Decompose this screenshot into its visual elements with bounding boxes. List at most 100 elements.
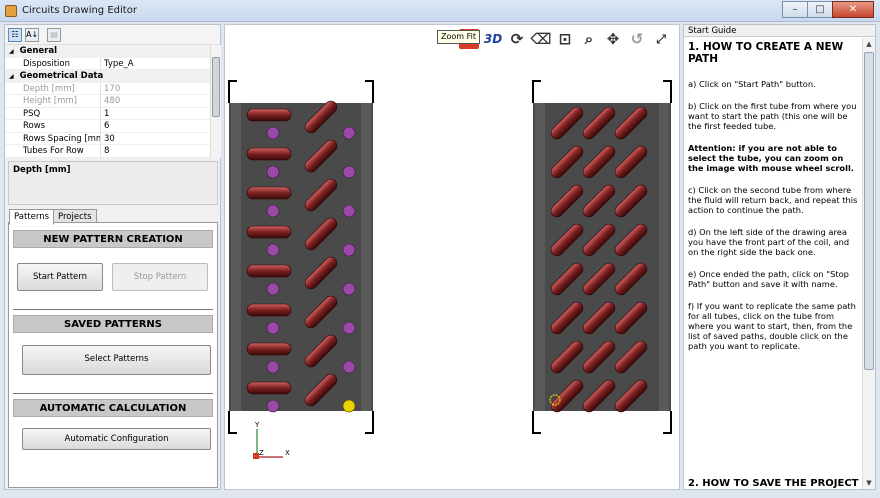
guide-scrollbar[interactable]: ▲ ▼: [862, 38, 875, 489]
app-icon: [5, 5, 17, 17]
collapse-icon[interactable]: ◢: [9, 48, 14, 55]
property-row[interactable]: Depth [mm] 170: [5, 82, 210, 95]
guide-step: Attention: if you are not able to select…: [688, 143, 854, 173]
selected-tube[interactable]: [342, 399, 356, 413]
front-tube[interactable]: [246, 342, 292, 356]
new-pattern-section: NEW PATTERN CREATION: [13, 230, 213, 248]
minimize-button[interactable]: –: [782, 1, 808, 18]
property-value[interactable]: 8: [101, 145, 210, 158]
section-header: SAVED PATTERNS: [13, 315, 213, 333]
close-button[interactable]: ✕: [832, 1, 874, 18]
scrollbar-thumb[interactable]: [212, 57, 220, 117]
back-bracket: [663, 411, 672, 434]
front-tube-end[interactable]: [266, 321, 280, 335]
front-bracket: [228, 80, 237, 103]
front-tube-end[interactable]: [342, 165, 356, 179]
front-tube-end[interactable]: [266, 282, 280, 296]
window-title: Circuits Drawing Editor: [22, 5, 137, 16]
select-patterns-button[interactable]: Select Patterns: [22, 345, 211, 375]
alphabetical-icon[interactable]: A↓: [25, 28, 39, 42]
front-tube-end[interactable]: [342, 204, 356, 218]
scrollbar-thumb[interactable]: [864, 52, 874, 370]
property-row[interactable]: PSQ 1: [5, 107, 210, 120]
property-grid-toolbar: ☷ A↓ ▤: [5, 25, 220, 45]
stop-pattern-button[interactable]: Stop Pattern: [112, 263, 208, 291]
guide-title: 1. HOW TO CREATE A NEW PATH: [688, 41, 844, 65]
property-key: Height [mm]: [5, 95, 101, 108]
property-key: Tubes For Row: [5, 145, 101, 158]
x-axis-label: X: [285, 449, 290, 457]
front-bracket: [228, 411, 237, 434]
front-tube[interactable]: [246, 381, 292, 395]
divider: [13, 309, 213, 311]
property-row[interactable]: Rows Spacing [mm] 30: [5, 132, 210, 145]
start-guide-panel: Start Guide 1. HOW TO CREATE A NEW PATH a…: [683, 24, 876, 490]
front-bracket: [365, 411, 374, 434]
property-value[interactable]: Type_A: [101, 58, 210, 70]
front-tube[interactable]: [246, 303, 292, 317]
front-tube[interactable]: [246, 108, 292, 122]
back-bracket: [663, 80, 672, 103]
front-tube-end[interactable]: [342, 282, 356, 296]
category-label: ◢ General: [5, 45, 57, 58]
category-label: ◢ Geometrical Data: [5, 70, 103, 83]
guide-header: Start Guide: [684, 25, 875, 37]
guide-step: b) Click on the first tube from where yo…: [688, 101, 857, 131]
property-row[interactable]: Disposition Type_A: [5, 57, 210, 70]
property-grid-scrollbar[interactable]: [210, 45, 221, 158]
property-value[interactable]: 480: [101, 95, 210, 108]
scroll-down-icon[interactable]: ▼: [864, 478, 874, 488]
section-header: AUTOMATIC CALCULATION: [13, 399, 213, 417]
front-coil-edge: [231, 103, 241, 411]
front-tube-end[interactable]: [266, 204, 280, 218]
front-tube-end[interactable]: [342, 126, 356, 140]
property-key: PSQ: [5, 107, 101, 120]
front-tube[interactable]: [246, 225, 292, 239]
front-tube-end[interactable]: [342, 321, 356, 335]
property-row[interactable]: Tubes For Row 8: [5, 145, 210, 158]
divider: [13, 393, 213, 395]
back-coil-edge: [659, 103, 669, 411]
saved-patterns-section: SAVED PATTERNS: [13, 315, 213, 333]
categorized-icon[interactable]: ☷: [8, 28, 22, 42]
property-value[interactable]: 30: [101, 133, 210, 145]
front-tube-end[interactable]: [266, 243, 280, 257]
automatic-configuration-button[interactable]: Automatic Configuration: [22, 428, 211, 450]
property-key: Rows: [5, 120, 101, 133]
front-tube-end[interactable]: [266, 126, 280, 140]
left-panel: ☷ A↓ ▤ ◢ General Disposition Type_A ◢ Geometr…: [4, 24, 221, 490]
front-tube[interactable]: [246, 147, 292, 161]
property-category[interactable]: ◢ Geometrical Data: [5, 70, 210, 83]
property-description: Depth [mm]: [8, 161, 218, 205]
property-value[interactable]: 6: [101, 120, 210, 133]
guide-step: a) Click on "Start Path" button.: [688, 79, 816, 89]
property-pages-icon: ▤: [47, 28, 61, 42]
property-row[interactable]: Rows 6: [5, 120, 210, 133]
front-tube-end[interactable]: [342, 360, 356, 374]
front-tube[interactable]: [246, 186, 292, 200]
front-tube-end[interactable]: [266, 360, 280, 374]
back-bracket: [532, 80, 541, 103]
guide-content: 1. HOW TO CREATE A NEW PATH a) Click on "…: [688, 39, 860, 489]
scroll-up-icon[interactable]: ▲: [864, 39, 874, 49]
category-text: Geometrical Data: [19, 71, 104, 81]
front-tube-end[interactable]: [342, 243, 356, 257]
property-value[interactable]: 1: [101, 108, 210, 120]
front-tube-end[interactable]: [266, 165, 280, 179]
front-tube-end[interactable]: [266, 399, 280, 413]
property-key: Rows Spacing [mm]: [5, 132, 101, 145]
start-pattern-button[interactable]: Start Pattern: [17, 263, 103, 291]
window-controls: – □ ✕: [782, 1, 874, 18]
zoom-fit-tooltip: Zoom Fit: [437, 30, 480, 44]
tab-patterns[interactable]: Patterns: [9, 209, 55, 225]
y-axis-label: Y: [254, 421, 260, 429]
maximize-button[interactable]: □: [807, 1, 833, 18]
property-row[interactable]: Height [mm] 480: [5, 95, 210, 108]
property-category[interactable]: ◢ General: [5, 45, 210, 58]
guide-step: d) On the left side of the drawing area …: [688, 227, 850, 257]
property-key: Disposition: [5, 57, 101, 70]
front-tube[interactable]: [246, 264, 292, 278]
drawing-canvas[interactable]: 2D 3D ⟳ ⌫ ⊡ ⌕ ✥ ↺ ⤢ YZX: [224, 24, 680, 490]
collapse-icon[interactable]: ◢: [9, 73, 14, 80]
property-value[interactable]: 170: [101, 83, 210, 95]
